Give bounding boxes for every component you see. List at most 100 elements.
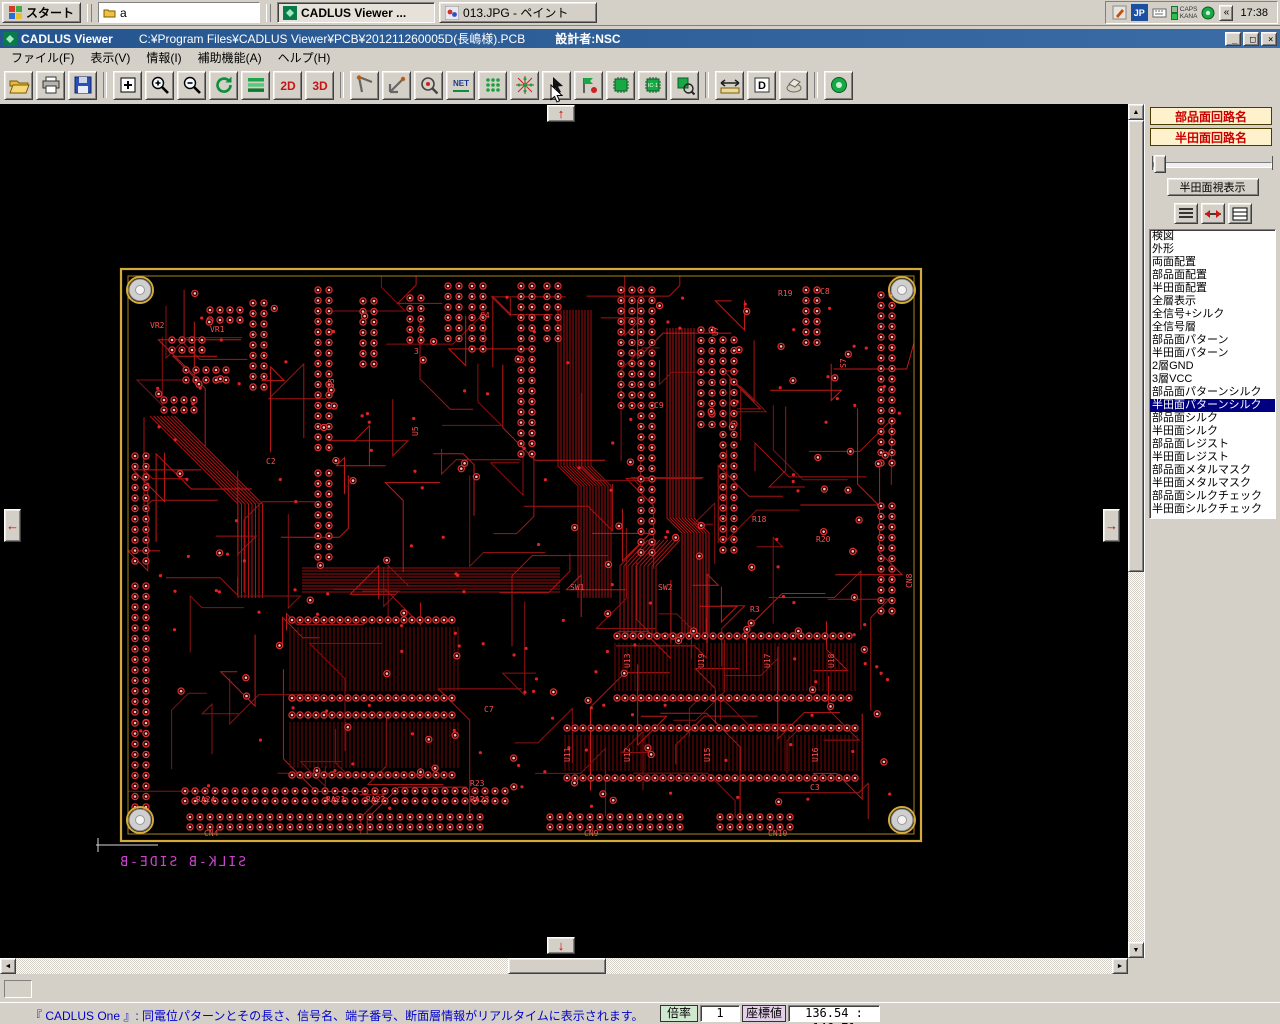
scroll-left-button[interactable]: ◄ <box>0 958 16 974</box>
vertical-scroll-thumb[interactable] <box>1128 120 1144 572</box>
slider-thumb[interactable] <box>1154 155 1166 173</box>
layer-listbox[interactable]: 検図 外形 両面配置 部品面配置 半田面配置 全層表示 全信号+シルク 全信号層 部品面パターン… <box>1149 229 1276 519</box>
menu-help[interactable]: ヘルプ(H) <box>271 48 338 67</box>
layer-item[interactable]: 3層VCC <box>1150 373 1275 386</box>
close-button[interactable]: × <box>1261 31 1277 46</box>
print-button[interactable] <box>36 70 65 100</box>
app-icon[interactable] <box>3 31 17 46</box>
solder-side-names-button[interactable]: 半田面回路名 <box>1150 128 1272 146</box>
quick-launch-box[interactable]: a <box>98 2 261 23</box>
layer-item[interactable]: 全信号+シルク <box>1150 308 1275 321</box>
zoom-slider[interactable] <box>1151 153 1274 175</box>
layer-item[interactable]: 半田面メタルマスク <box>1150 477 1275 490</box>
list-view-button[interactable] <box>1173 203 1198 224</box>
coordinate-label: 座標値 <box>742 1005 786 1022</box>
slider-tick <box>1272 156 1273 170</box>
menu-view[interactable]: 表示(V) <box>83 48 137 67</box>
taskbar-task-cadlus[interactable]: CADLUS Viewer ... <box>277 2 436 23</box>
toolbar-separator <box>705 72 709 98</box>
layer-item[interactable]: 両面配置 <box>1150 256 1275 269</box>
zoom-window-button[interactable] <box>113 70 142 100</box>
redraw-button[interactable] <box>209 70 238 100</box>
menu-aux[interactable]: 補助機能(A) <box>191 48 269 67</box>
part-search-button[interactable]: IC-1 <box>638 70 667 100</box>
vertical-scrollbar[interactable]: ▲ ▼ <box>1128 104 1144 958</box>
layer-item[interactable]: 半田面パターンシルク <box>1150 399 1275 412</box>
save-button[interactable] <box>68 70 97 100</box>
layer-item[interactable]: 外形 <box>1150 243 1275 256</box>
erase-button[interactable] <box>779 70 808 100</box>
keyboard-icon[interactable] <box>1152 5 1167 20</box>
pan-down-button[interactable]: ↓ <box>547 937 575 954</box>
pan-right-button[interactable]: → <box>1103 509 1120 542</box>
ime-jp-badge[interactable]: JP <box>1130 4 1148 21</box>
pcb-canvas[interactable]: VR2 VR1 C2 C4 3 C9 R19 C8 U5 U7 U3 S7 SW1 SW2 R18 R20 R3… <box>0 104 1128 958</box>
zoom-in-button[interactable] <box>145 70 174 100</box>
horizontal-scrollbar[interactable]: ◄ ► <box>0 958 1128 974</box>
layer-item[interactable]: 半田面シルクチェック <box>1150 503 1275 516</box>
layer-item[interactable]: 部品面メタルマスク <box>1150 464 1275 477</box>
pad-highlight-button[interactable] <box>510 70 539 100</box>
display-d-button[interactable]: D <box>747 70 776 100</box>
zoom-in-icon <box>151 76 169 94</box>
layer-item[interactable]: 部品面パターンシルク <box>1150 386 1275 399</box>
pad-display-button[interactable] <box>478 70 507 100</box>
pin-search-button[interactable] <box>574 70 603 100</box>
taskbar-task-paint[interactable]: 013.JPG - ペイント <box>439 2 598 23</box>
grid-view-button[interactable] <box>1227 203 1252 224</box>
layer-display-button[interactable] <box>241 70 270 100</box>
net-display-button[interactable]: NET <box>446 70 475 100</box>
layer-item[interactable]: 全層表示 <box>1150 295 1275 308</box>
svg-text:C7: C7 <box>484 705 494 714</box>
scroll-up-button[interactable]: ▲ <box>1128 104 1144 120</box>
layer-item[interactable]: 半田面レジスト <box>1150 451 1275 464</box>
layer-item[interactable]: 全信号層 <box>1150 321 1275 334</box>
layer-item[interactable]: 部品面レジスト <box>1150 438 1275 451</box>
toolbar-grip[interactable] <box>266 3 272 22</box>
ime-pen-icon[interactable] <box>1112 5 1127 20</box>
layer-item[interactable]: 半田面配置 <box>1150 282 1275 295</box>
slider-track[interactable] <box>1153 162 1272 168</box>
swap-sides-button[interactable] <box>1200 203 1225 224</box>
view-3d-button[interactable]: 3D <box>305 70 334 100</box>
scroll-right-button[interactable]: ► <box>1112 958 1128 974</box>
scroll-down-button[interactable]: ▼ <box>1128 942 1144 958</box>
minimize-button[interactable]: _ <box>1225 31 1241 46</box>
layer-item[interactable]: 半田面パターン <box>1150 347 1275 360</box>
part-display-button[interactable] <box>606 70 635 100</box>
pan-up-button[interactable]: ↑ <box>547 105 575 122</box>
layer-item[interactable]: 検図 <box>1150 230 1275 243</box>
layer-item[interactable]: 半田面シルク <box>1150 425 1275 438</box>
pan-left-button[interactable]: ← <box>4 509 21 542</box>
menu-info[interactable]: 情報(I) <box>139 48 188 67</box>
toolbar-grip[interactable] <box>87 3 93 22</box>
dimension-button[interactable] <box>715 70 744 100</box>
layer-item[interactable]: 部品面パターン <box>1150 334 1275 347</box>
svg-text:RA23: RA23 <box>470 795 489 804</box>
start-button[interactable]: スタート <box>2 2 82 23</box>
task-label: 013.JPG - ペイント <box>463 6 569 20</box>
tray-expand-button[interactable]: « <box>1219 4 1234 21</box>
layer-item[interactable]: 部品面シルクチェック <box>1150 490 1275 503</box>
solder-side-view-button[interactable]: 半田面視表示 <box>1166 178 1259 196</box>
pick-mode-button[interactable] <box>542 70 571 100</box>
tray-status-icon[interactable] <box>1201 6 1215 20</box>
zoom-out-button[interactable] <box>177 70 206 100</box>
measure-angle-button[interactable] <box>382 70 411 100</box>
view-2d-button[interactable]: 2D <box>273 70 302 100</box>
taskbar-clock: 17:38 <box>1240 6 1268 19</box>
layer-item[interactable]: 部品面シルク <box>1150 412 1275 425</box>
maximize-button[interactable]: □ <box>1243 31 1259 46</box>
probe-search-button[interactable] <box>414 70 443 100</box>
layer-item[interactable]: 2層GND <box>1150 360 1275 373</box>
component-side-names-button[interactable]: 部品面回路名 <box>1150 107 1272 125</box>
menu-file[interactable]: ファイル(F) <box>4 48 81 67</box>
option-button[interactable] <box>824 70 853 100</box>
measure-length-button[interactable] <box>350 70 379 100</box>
open-file-button[interactable] <box>4 70 33 100</box>
part-zoom-button[interactable] <box>670 70 699 100</box>
svg-text:R20: R20 <box>816 535 831 544</box>
layer-item[interactable]: 部品面配置 <box>1150 269 1275 282</box>
horizontal-scroll-thumb[interactable] <box>508 958 606 974</box>
title-bar[interactable]: CADLUS Viewer C:¥Program Files¥CADLUS Vi… <box>0 29 1280 48</box>
